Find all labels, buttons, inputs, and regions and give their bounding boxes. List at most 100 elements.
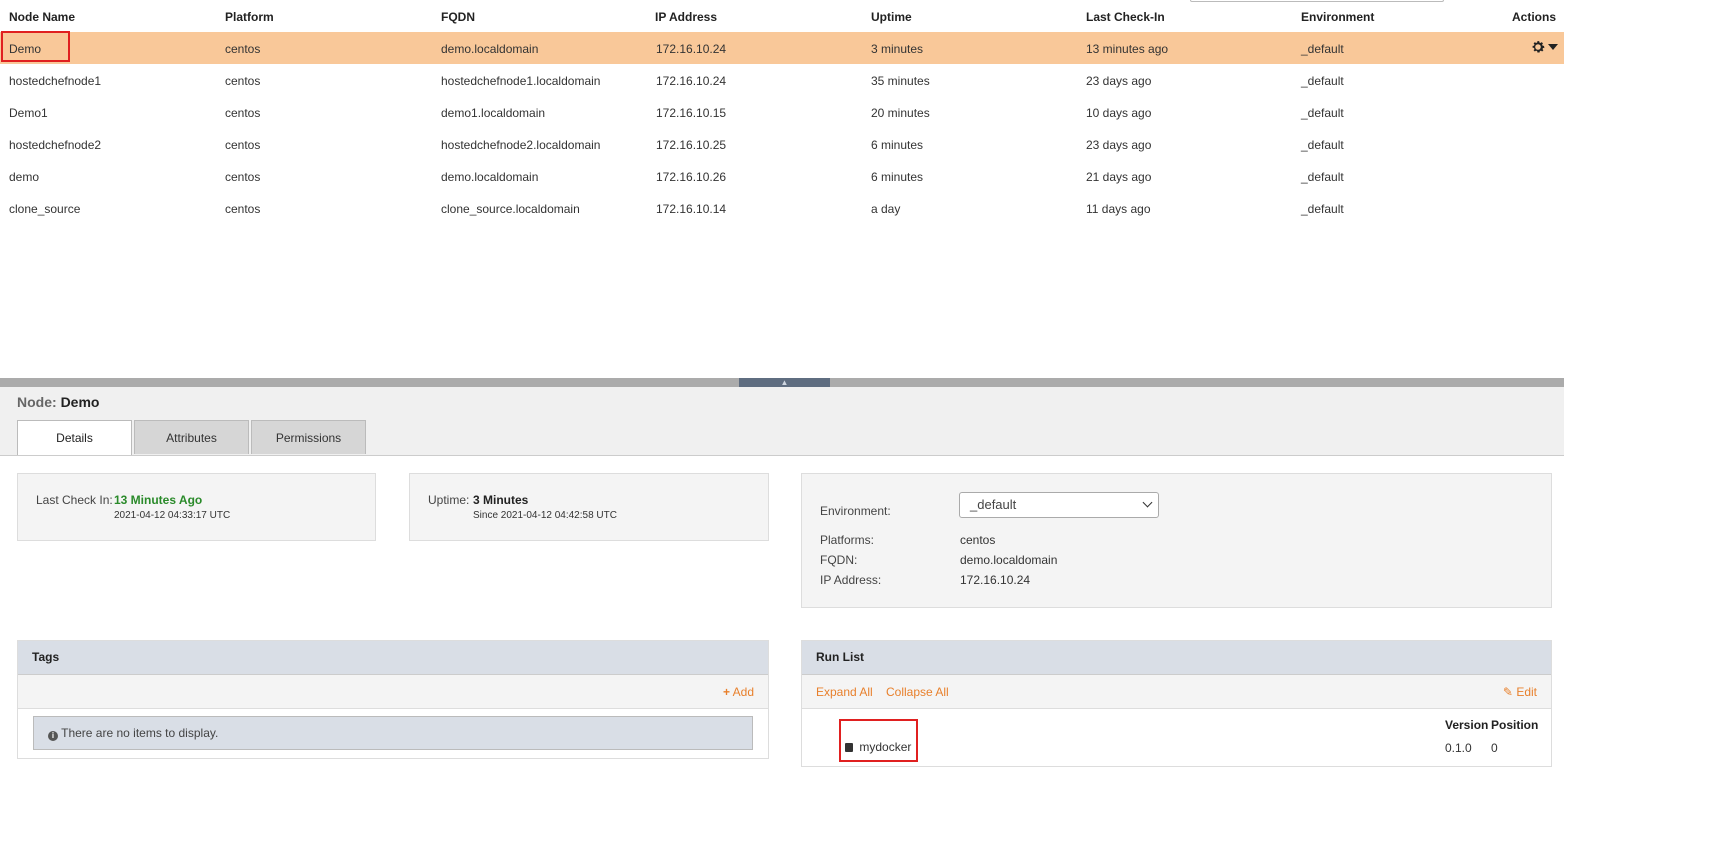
cell-uptime: 35 minutes: [871, 74, 930, 88]
uptime-value: 3 Minutes: [473, 493, 529, 507]
expand-all-button[interactable]: Expand All: [816, 685, 873, 699]
node-detail-pane: Node: Demo Details Attributes Permission…: [0, 387, 1564, 846]
node-table: Node Name Platform FQDN IP Address Uptim…: [0, 0, 1564, 224]
cell-last-check-in: 10 days ago: [1086, 106, 1152, 120]
chevron-down-icon: [1142, 497, 1153, 508]
edit-run-list-label: Edit: [1516, 685, 1537, 699]
table-row[interactable]: Demo centos demo.localdomain 172.16.10.24 3 …: [0, 32, 1564, 64]
tags-panel-title: Tags: [18, 641, 768, 675]
pane-splitter[interactable]: ▲: [0, 378, 1564, 387]
cell-fqdn: demo1.localdomain: [441, 106, 546, 120]
cell-platform: centos: [225, 170, 261, 184]
cell-fqdn: clone_source.localdomain: [441, 202, 580, 216]
caret-down-icon: [1548, 44, 1558, 50]
col-header-platform[interactable]: Platform: [225, 10, 274, 24]
cell-ip-address: 172.16.10.15: [656, 106, 727, 120]
cell-last-check-in: 13 minutes ago: [1086, 42, 1169, 56]
cell-uptime: 6 minutes: [871, 138, 924, 152]
last-check-in-label: Last Check In:: [36, 493, 113, 507]
col-header-environment[interactable]: Environment: [1301, 10, 1374, 24]
highlight-box-runlist-item: [839, 719, 918, 762]
run-list-panel-title: Run List: [802, 641, 1551, 675]
edit-icon: ✎: [1502, 685, 1513, 699]
cell-ip-address: 172.16.10.14: [656, 202, 727, 216]
table-row[interactable]: clone_source centos clone_source.localdoma…: [0, 192, 1564, 224]
cell-uptime: 20 minutes: [871, 106, 930, 120]
cell-last-check-in: 21 days ago: [1086, 170, 1152, 184]
cell-node-name[interactable]: Demo1: [9, 106, 48, 120]
last-check-in-card: Last Check In: 13 Minutes Ago 2021-04-12…: [17, 473, 376, 541]
fqdn-value: demo.localdomain: [960, 553, 1058, 567]
environment-select[interactable]: _default: [959, 492, 1159, 518]
table-row[interactable]: hostedchefnode1 centos hostedchefnode1.loc…: [0, 64, 1564, 96]
node-title-value: Demo: [60, 394, 100, 410]
table-row[interactable]: hostedchefnode2 centos hostedchefnode2.loc…: [0, 128, 1564, 160]
collapse-arrow-icon: ▲: [780, 378, 789, 387]
tags-panel: Tags + Add i There are no items to displ…: [17, 640, 769, 759]
cell-environment: _default: [1301, 74, 1344, 88]
environment-select-value: _default: [970, 497, 1017, 512]
cell-platform: centos: [225, 202, 261, 216]
cell-last-check-in: 11 days ago: [1086, 202, 1151, 216]
info-icon: i: [48, 731, 58, 741]
col-header-uptime[interactable]: Uptime: [871, 10, 912, 24]
ip-address-value: 172.16.10.24: [960, 573, 1031, 587]
add-tag-label: Add: [732, 685, 754, 699]
uptime-label: Uptime:: [428, 493, 470, 507]
cell-uptime: a day: [871, 202, 901, 216]
ip-address-label: IP Address:: [820, 573, 882, 587]
cell-node-name[interactable]: hostedchefnode2: [9, 138, 101, 152]
gear-icon: [1530, 39, 1546, 55]
cell-environment: _default: [1301, 42, 1344, 56]
cell-fqdn: demo.localdomain: [441, 170, 539, 184]
cell-uptime: 3 minutes: [871, 42, 924, 56]
col-header-actions: Actions: [1511, 10, 1556, 24]
page-title: Node: Demo: [17, 394, 99, 410]
platforms-value: centos: [960, 533, 996, 547]
col-header-last-check-in[interactable]: Last Check-In: [1086, 10, 1165, 24]
run-list-item-version: 0.1.0: [1445, 741, 1472, 755]
add-tag-button[interactable]: + Add: [723, 685, 754, 699]
uptime-since: Since 2021-04-12 04:42:58 UTC: [473, 510, 617, 521]
environment-label: Environment:: [820, 504, 891, 518]
tags-toolbar: + Add: [18, 675, 768, 709]
cell-environment: _default: [1301, 106, 1344, 120]
cell-platform: centos: [225, 138, 261, 152]
cell-ip-address: 172.16.10.26: [656, 170, 727, 184]
run-list-item-position: 0: [1491, 741, 1498, 755]
cell-platform: centos: [225, 42, 261, 56]
col-header-fqdn[interactable]: FQDN: [441, 10, 475, 24]
uptime-card: Uptime: 3 Minutes Since 2021-04-12 04:42…: [409, 473, 769, 541]
cell-environment: _default: [1301, 170, 1344, 184]
collapse-all-button[interactable]: Collapse All: [886, 685, 949, 699]
cell-platform: centos: [225, 106, 261, 120]
tags-empty-message: i There are no items to display.: [33, 716, 753, 750]
table-header: Node Name Platform FQDN IP Address Uptim…: [0, 0, 1564, 32]
tab-attributes[interactable]: Attributes: [134, 420, 249, 454]
node-title-label: Node:: [17, 394, 57, 410]
cell-ip-address: 172.16.10.24: [656, 74, 727, 88]
node-info-card: [801, 473, 1552, 608]
cell-uptime: 6 minutes: [871, 170, 924, 184]
col-header-ip-address[interactable]: IP Address: [655, 10, 717, 24]
cell-ip-address: 172.16.10.25: [656, 138, 727, 152]
actions-menu-button[interactable]: [1530, 39, 1558, 55]
cell-node-name[interactable]: hostedchefnode1: [9, 74, 101, 88]
cell-fqdn: demo.localdomain: [441, 42, 539, 56]
cell-node-name[interactable]: demo: [9, 170, 39, 184]
splitter-handle[interactable]: ▲: [739, 378, 830, 387]
highlight-box-node-name: [1, 31, 70, 62]
last-check-in-timestamp: 2021-04-12 04:33:17 UTC: [114, 510, 231, 521]
cell-node-name[interactable]: clone_source: [9, 202, 80, 216]
cell-fqdn: hostedchefnode2.localdomain: [441, 138, 601, 152]
position-column-header: Position: [1491, 718, 1539, 732]
tab-permissions[interactable]: Permissions: [251, 420, 366, 454]
run-list-toolbar: Expand All Collapse All ✎ Edit: [802, 675, 1551, 709]
col-header-node-name[interactable]: Node Name: [9, 10, 75, 24]
table-row[interactable]: demo centos demo.localdomain 172.16.10.26 6 …: [0, 160, 1564, 192]
platforms-label: Platforms:: [820, 533, 875, 547]
table-row[interactable]: Demo1 centos demo1.localdomain 172.16.10.15…: [0, 96, 1564, 128]
edit-run-list-button[interactable]: ✎ Edit: [1503, 685, 1537, 699]
cell-platform: centos: [225, 74, 261, 88]
tab-details[interactable]: Details: [17, 420, 132, 455]
